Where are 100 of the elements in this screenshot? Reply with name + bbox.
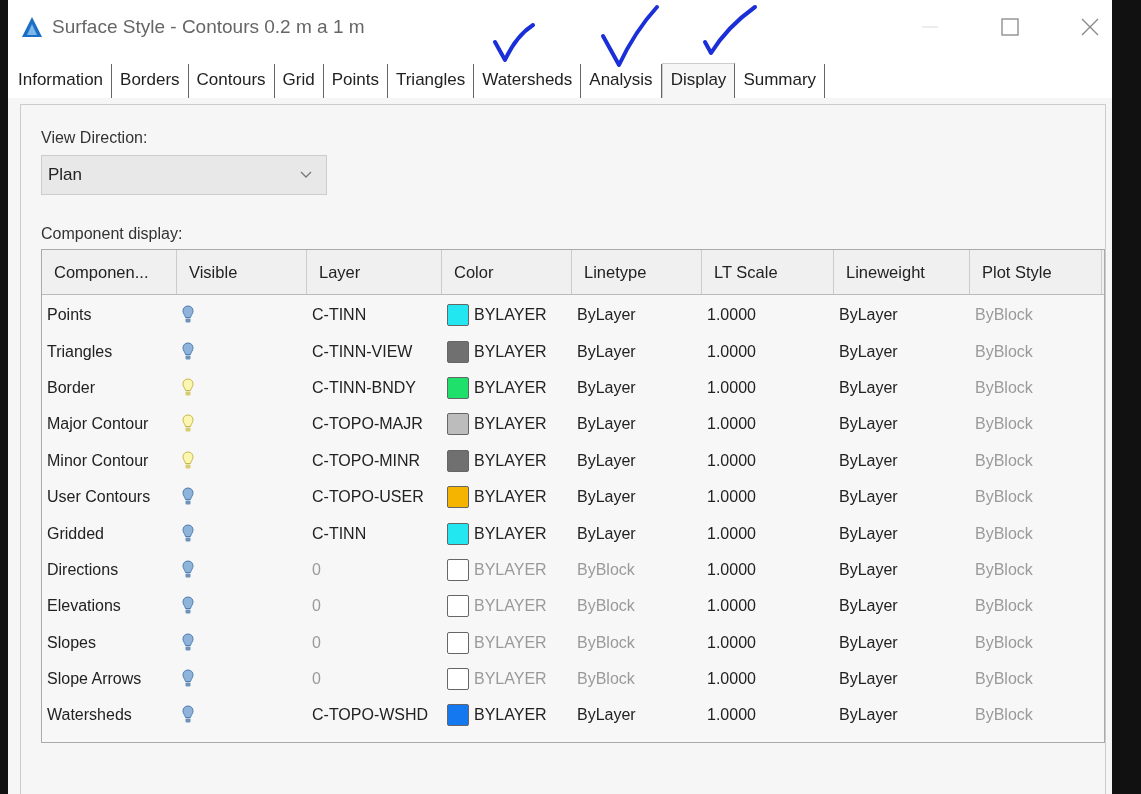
color-swatch[interactable] xyxy=(447,449,469,472)
table-cell-text: C-TOPO-MAJR xyxy=(311,415,424,434)
lightbulb-icon[interactable] xyxy=(182,377,194,398)
column-header[interactable]: Color xyxy=(442,250,572,294)
lightbulb-icon[interactable] xyxy=(182,305,194,326)
table-cell-text: 0 xyxy=(311,633,322,652)
table-cell-text: 0 xyxy=(311,597,322,616)
table-cell-text: Triangles xyxy=(46,342,114,361)
lightbulb-icon[interactable] xyxy=(182,450,194,471)
table-cell-text: 1.0000 xyxy=(706,378,757,397)
table-cell-text: Major Contour xyxy=(46,415,150,434)
color-swatch[interactable] xyxy=(447,631,469,654)
lightbulb-icon[interactable] xyxy=(182,341,194,362)
table-cell-text: ByLayer xyxy=(838,451,899,470)
table-cell-text: ByLayer xyxy=(576,342,637,361)
color-swatch[interactable] xyxy=(447,413,469,436)
table-cell-text: ByLayer xyxy=(576,306,637,325)
table-cell-text: 1.0000 xyxy=(706,597,757,616)
checkmark-icon xyxy=(492,22,536,64)
table-cell-text: ByLayer xyxy=(576,378,637,397)
table-cell-text: ByLayer xyxy=(838,378,899,397)
color-swatch[interactable] xyxy=(447,595,469,618)
table-cell-text: ByBlock xyxy=(974,670,1034,689)
table-cell-text: C-TOPO-MINR xyxy=(311,451,422,470)
table-cell-text: ByBlock xyxy=(974,560,1034,579)
table-cell-text: 0 xyxy=(311,560,322,579)
close-button[interactable] xyxy=(1080,17,1100,37)
table-cell-text: User Contours xyxy=(46,488,152,507)
tab[interactable]: Display xyxy=(661,63,736,98)
table-cell-text: ByBlock xyxy=(974,706,1034,725)
table-cell-text: ByLayer xyxy=(838,633,899,652)
color-name: BYLAYER xyxy=(474,306,547,325)
table-cell-text: ByLayer xyxy=(838,488,899,507)
table-cell-text: Elevations xyxy=(46,597,122,616)
table-cell-text: ByLayer xyxy=(576,706,637,725)
color-name: BYLAYER xyxy=(474,415,547,434)
color-swatch[interactable] xyxy=(447,704,469,727)
lightbulb-icon[interactable] xyxy=(182,559,194,580)
color-swatch[interactable] xyxy=(447,304,469,327)
table-cell-text: ByLayer xyxy=(838,706,899,725)
color-name: BYLAYER xyxy=(474,342,547,361)
column-header[interactable]: Visible xyxy=(177,250,307,294)
table-cell-text: 1.0000 xyxy=(706,415,757,434)
table-cell-text: Minor Contour xyxy=(46,451,150,470)
table-cell-text: C-TINN-VIEW xyxy=(311,342,414,361)
table-cell-text: ByLayer xyxy=(838,560,899,579)
lightbulb-icon[interactable] xyxy=(182,632,194,653)
maximize-button[interactable] xyxy=(1000,17,1020,37)
table-cell-text: Directions xyxy=(46,560,120,579)
table-cell-text: Border xyxy=(46,378,97,397)
table-cell-text: Watersheds xyxy=(46,706,133,725)
lightbulb-icon[interactable] xyxy=(182,669,194,690)
color-name: BYLAYER xyxy=(474,488,547,507)
column-header[interactable]: Componen... xyxy=(42,250,177,294)
color-name: BYLAYER xyxy=(474,378,547,397)
checkmark-icon xyxy=(702,4,758,56)
color-swatch[interactable] xyxy=(447,376,469,399)
color-name: BYLAYER xyxy=(474,451,547,470)
table-cell-text: ByBlock xyxy=(974,306,1034,325)
column-header[interactable]: Linetype xyxy=(572,250,702,294)
table-cell-text: ByLayer xyxy=(576,451,637,470)
table-cell-text: 1.0000 xyxy=(706,342,757,361)
column-header[interactable]: LT Scale xyxy=(702,250,834,294)
table-cell-text: ByLayer xyxy=(576,524,637,543)
color-swatch[interactable] xyxy=(447,522,469,545)
view-direction-dropdown[interactable]: Plan xyxy=(41,155,327,195)
table-cell-text: ByLayer xyxy=(838,597,899,616)
chevron-down-icon xyxy=(300,171,312,179)
table-cell-text: ByLayer xyxy=(838,342,899,361)
column-header[interactable]: Layer xyxy=(307,250,442,294)
table-cell-text: 1.0000 xyxy=(706,560,757,579)
table-cell-text: C-TINN xyxy=(311,524,368,543)
table-cell-text: ByLayer xyxy=(576,488,637,507)
color-swatch[interactable] xyxy=(447,340,469,363)
lightbulb-icon[interactable] xyxy=(182,414,194,435)
lightbulb-icon[interactable] xyxy=(182,596,194,617)
table-cell-text: ByBlock xyxy=(576,560,636,579)
table-cell-text: ByBlock xyxy=(576,597,636,616)
color-swatch[interactable] xyxy=(447,486,469,509)
lightbulb-icon[interactable] xyxy=(182,487,194,508)
table-cell-text: ByBlock xyxy=(974,451,1034,470)
table-cell-text: 1.0000 xyxy=(706,306,757,325)
table-cell-text: C-TINN xyxy=(311,306,368,325)
table-cell-text: C-TOPO-USER xyxy=(311,488,425,507)
field-label: View Direction: xyxy=(41,129,148,147)
table-cell-text: 1.0000 xyxy=(706,670,757,689)
table-cell-text: ByBlock xyxy=(974,524,1034,543)
color-name: BYLAYER xyxy=(474,706,547,725)
color-name: BYLAYER xyxy=(474,524,547,543)
lightbulb-icon[interactable] xyxy=(182,523,194,544)
column-header[interactable]: Plot Style xyxy=(970,250,1102,294)
section-label: Component display: xyxy=(41,225,183,243)
table-cell-text: Slope Arrows xyxy=(46,670,143,689)
color-swatch[interactable] xyxy=(447,668,469,691)
table-cell-text: ByBlock xyxy=(974,488,1034,507)
table-cell-text: 1.0000 xyxy=(706,451,757,470)
color-swatch[interactable] xyxy=(447,558,469,581)
column-header[interactable]: Lineweight xyxy=(834,250,970,294)
lightbulb-icon[interactable] xyxy=(182,705,194,726)
table-cell-text: ByBlock xyxy=(974,415,1034,434)
